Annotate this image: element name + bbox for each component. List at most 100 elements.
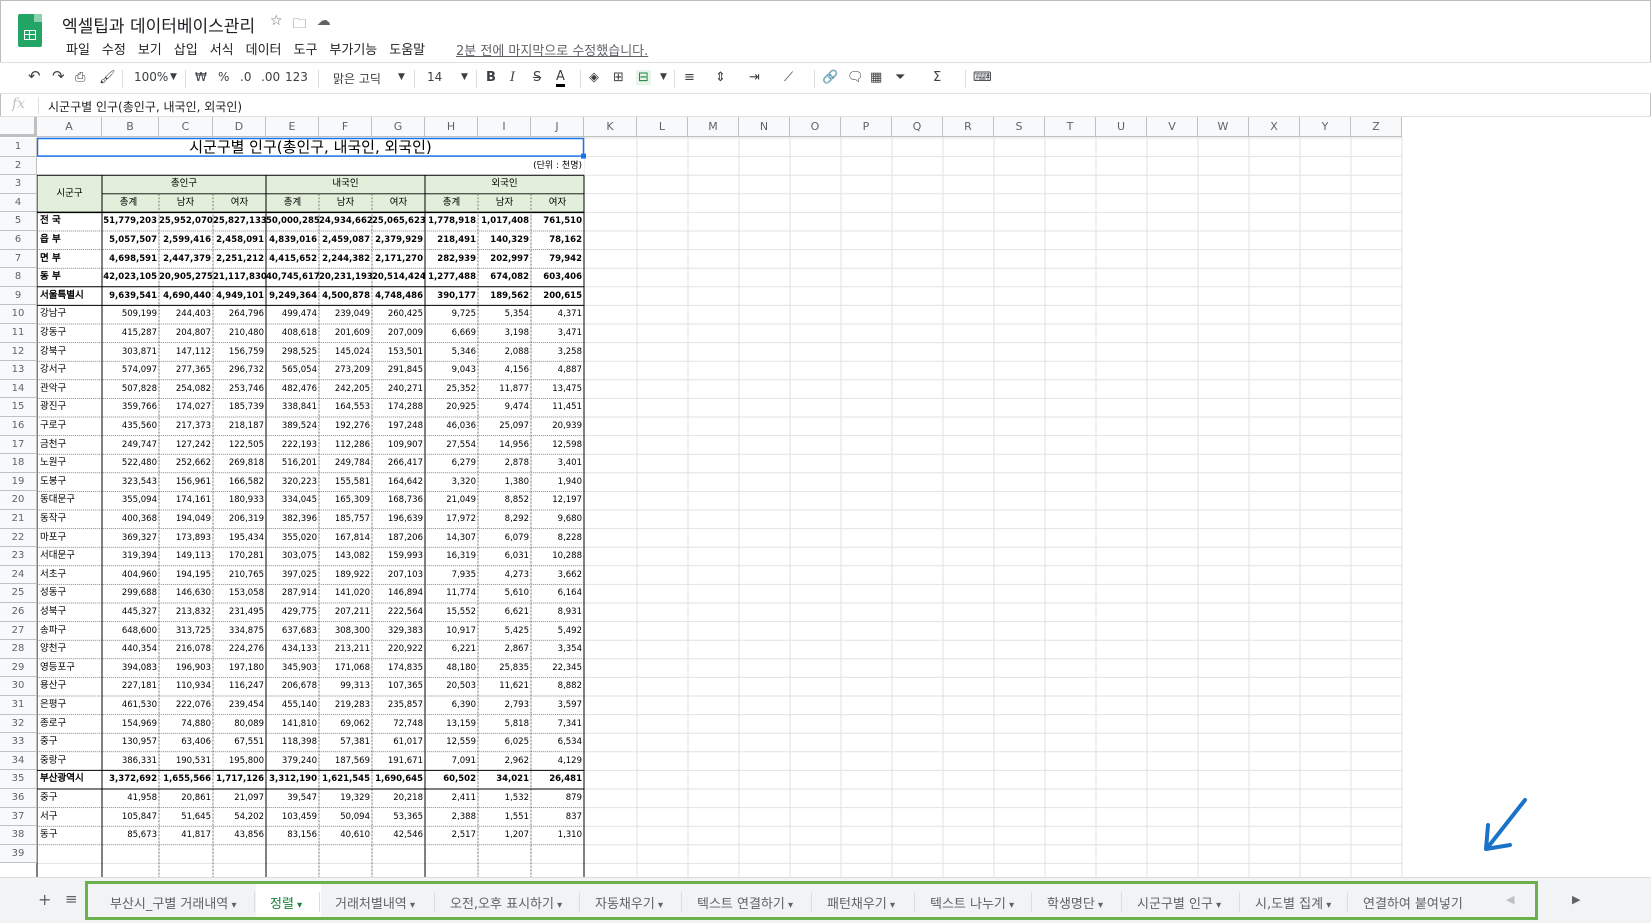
value-cell[interactable]: 2,878	[478, 454, 531, 473]
column-header[interactable]: X	[1249, 117, 1300, 137]
value-cell[interactable]: 25,097	[478, 417, 531, 436]
select-all-corner[interactable]	[0, 117, 37, 137]
value-cell[interactable]: 299,688	[102, 584, 159, 603]
paint-format-icon[interactable]: 🖌	[99, 70, 116, 85]
value-cell[interactable]: 61,017	[372, 733, 425, 752]
decrease-decimal-button[interactable]: .0	[240, 70, 251, 84]
sub-header[interactable]: 여자	[531, 194, 584, 213]
value-cell[interactable]: 180,933	[213, 491, 266, 510]
value-cell[interactable]: 171,068	[319, 659, 372, 678]
value-cell[interactable]: 53,365	[372, 808, 425, 827]
value-cell[interactable]: 20,514,424	[372, 268, 425, 287]
value-cell[interactable]: 2,459,087	[319, 231, 372, 250]
value-cell[interactable]: 389,524	[266, 417, 319, 436]
value-cell[interactable]: 2,447,379	[159, 250, 213, 269]
value-cell[interactable]: 9,639,541	[102, 287, 159, 306]
value-cell[interactable]: 164,553	[319, 398, 372, 417]
column-header[interactable]: Y	[1300, 117, 1351, 137]
value-cell[interactable]: 51,645	[159, 808, 213, 827]
value-cell[interactable]: 20,503	[425, 677, 478, 696]
spreadsheet-grid[interactable]: A B C D E F G H I J K L M N O P Q R S T U V W X Y Z 1 2 3 4 5 6 7 8 9 10 11 1…	[0, 117, 1651, 877]
value-cell[interactable]: 394,083	[102, 659, 159, 678]
value-cell[interactable]: 4,949,101	[213, 287, 266, 306]
region-name-cell[interactable]: 중랑구	[37, 752, 102, 771]
insert-comment-icon[interactable]: 🗨	[847, 70, 864, 85]
value-cell[interactable]: 15,552	[425, 603, 478, 622]
value-cell[interactable]: 154,969	[102, 715, 159, 734]
merge-cells-icon[interactable]: ⊟	[636, 70, 651, 85]
value-cell[interactable]: 191,671	[372, 752, 425, 771]
value-cell[interactable]: 140,329	[478, 231, 531, 250]
value-cell[interactable]: 386,331	[102, 752, 159, 771]
value-cell[interactable]: 429,775	[266, 603, 319, 622]
region-name-cell[interactable]: 서울특별시	[37, 287, 102, 306]
value-cell[interactable]: 507,828	[102, 380, 159, 399]
value-cell[interactable]: 145,024	[319, 343, 372, 362]
value-cell[interactable]: 435,560	[102, 417, 159, 436]
value-cell[interactable]: 213,211	[319, 640, 372, 659]
column-header[interactable]: D	[213, 117, 266, 137]
value-cell[interactable]: 761,510	[531, 212, 584, 231]
value-cell[interactable]: 9,680	[531, 510, 584, 529]
value-cell[interactable]: 329,383	[372, 622, 425, 641]
value-cell[interactable]: 130,957	[102, 733, 159, 752]
row-header[interactable]: 11	[0, 324, 37, 343]
value-cell[interactable]: 5,354	[478, 305, 531, 324]
value-cell[interactable]: 43,856	[213, 826, 266, 845]
region-name-cell[interactable]: 은평구	[37, 696, 102, 715]
value-cell[interactable]: 9,725	[425, 305, 478, 324]
value-cell[interactable]: 345,903	[266, 659, 319, 678]
region-name-cell[interactable]: 서구	[37, 808, 102, 827]
column-header[interactable]: O	[790, 117, 841, 137]
sub-header[interactable]: 남자	[478, 194, 531, 213]
value-cell[interactable]: 6,079	[478, 529, 531, 548]
value-cell[interactable]: 1,690,645	[372, 770, 425, 789]
value-cell[interactable]: 20,925	[425, 398, 478, 417]
value-cell[interactable]: 201,609	[319, 324, 372, 343]
region-name-cell[interactable]: 강북구	[37, 343, 102, 362]
region-name-cell[interactable]: 성북구	[37, 603, 102, 622]
row-header[interactable]: 13	[0, 361, 37, 380]
value-cell[interactable]: 109,907	[372, 436, 425, 455]
value-cell[interactable]: 6,031	[478, 547, 531, 566]
last-edit-link[interactable]: 2분 전에 마지막으로 수정했습니다.	[456, 40, 648, 59]
value-cell[interactable]: 7,091	[425, 752, 478, 771]
value-cell[interactable]: 415,287	[102, 324, 159, 343]
sub-header[interactable]: 총계	[425, 194, 478, 213]
value-cell[interactable]: 216,078	[159, 640, 213, 659]
value-cell[interactable]: 99,313	[319, 677, 372, 696]
value-cell[interactable]: 3,320	[425, 473, 478, 492]
value-cell[interactable]: 4,415,652	[266, 250, 319, 269]
value-cell[interactable]: 2,088	[478, 343, 531, 362]
add-sheet-button[interactable]: +	[38, 890, 51, 909]
value-cell[interactable]: 5,425	[478, 622, 531, 641]
value-cell[interactable]: 25,065,623	[372, 212, 425, 231]
value-cell[interactable]: 3,198	[478, 324, 531, 343]
region-name-cell[interactable]: 중구	[37, 789, 102, 808]
value-cell[interactable]: 1,621,545	[319, 770, 372, 789]
region-name-cell[interactable]: 광진구	[37, 398, 102, 417]
value-cell[interactable]: 1,551	[478, 808, 531, 827]
value-cell[interactable]: 287,914	[266, 584, 319, 603]
region-name-cell[interactable]: 동작구	[37, 510, 102, 529]
column-header[interactable]: Z	[1351, 117, 1402, 137]
value-cell[interactable]: 323,543	[102, 473, 159, 492]
sub-header[interactable]: 여자	[372, 194, 425, 213]
column-header[interactable]: U	[1096, 117, 1147, 137]
value-cell[interactable]: 9,043	[425, 361, 478, 380]
value-cell[interactable]: 25,352	[425, 380, 478, 399]
value-cell[interactable]: 8,292	[478, 510, 531, 529]
value-cell[interactable]: 168,736	[372, 491, 425, 510]
row-header[interactable]: 5	[0, 212, 37, 231]
value-cell[interactable]: 382,396	[266, 510, 319, 529]
value-cell[interactable]: 637,683	[266, 622, 319, 641]
value-cell[interactable]: 2,244,382	[319, 250, 372, 269]
region-name-cell[interactable]: 송파구	[37, 622, 102, 641]
value-cell[interactable]: 170,281	[213, 547, 266, 566]
value-cell[interactable]: 390,177	[425, 287, 478, 306]
column-header[interactable]: R	[943, 117, 994, 137]
column-header[interactable]: F	[319, 117, 372, 137]
value-cell[interactable]: 26,481	[531, 770, 584, 789]
menu-item[interactable]: 서식	[204, 39, 240, 58]
value-cell[interactable]: 194,195	[159, 566, 213, 585]
